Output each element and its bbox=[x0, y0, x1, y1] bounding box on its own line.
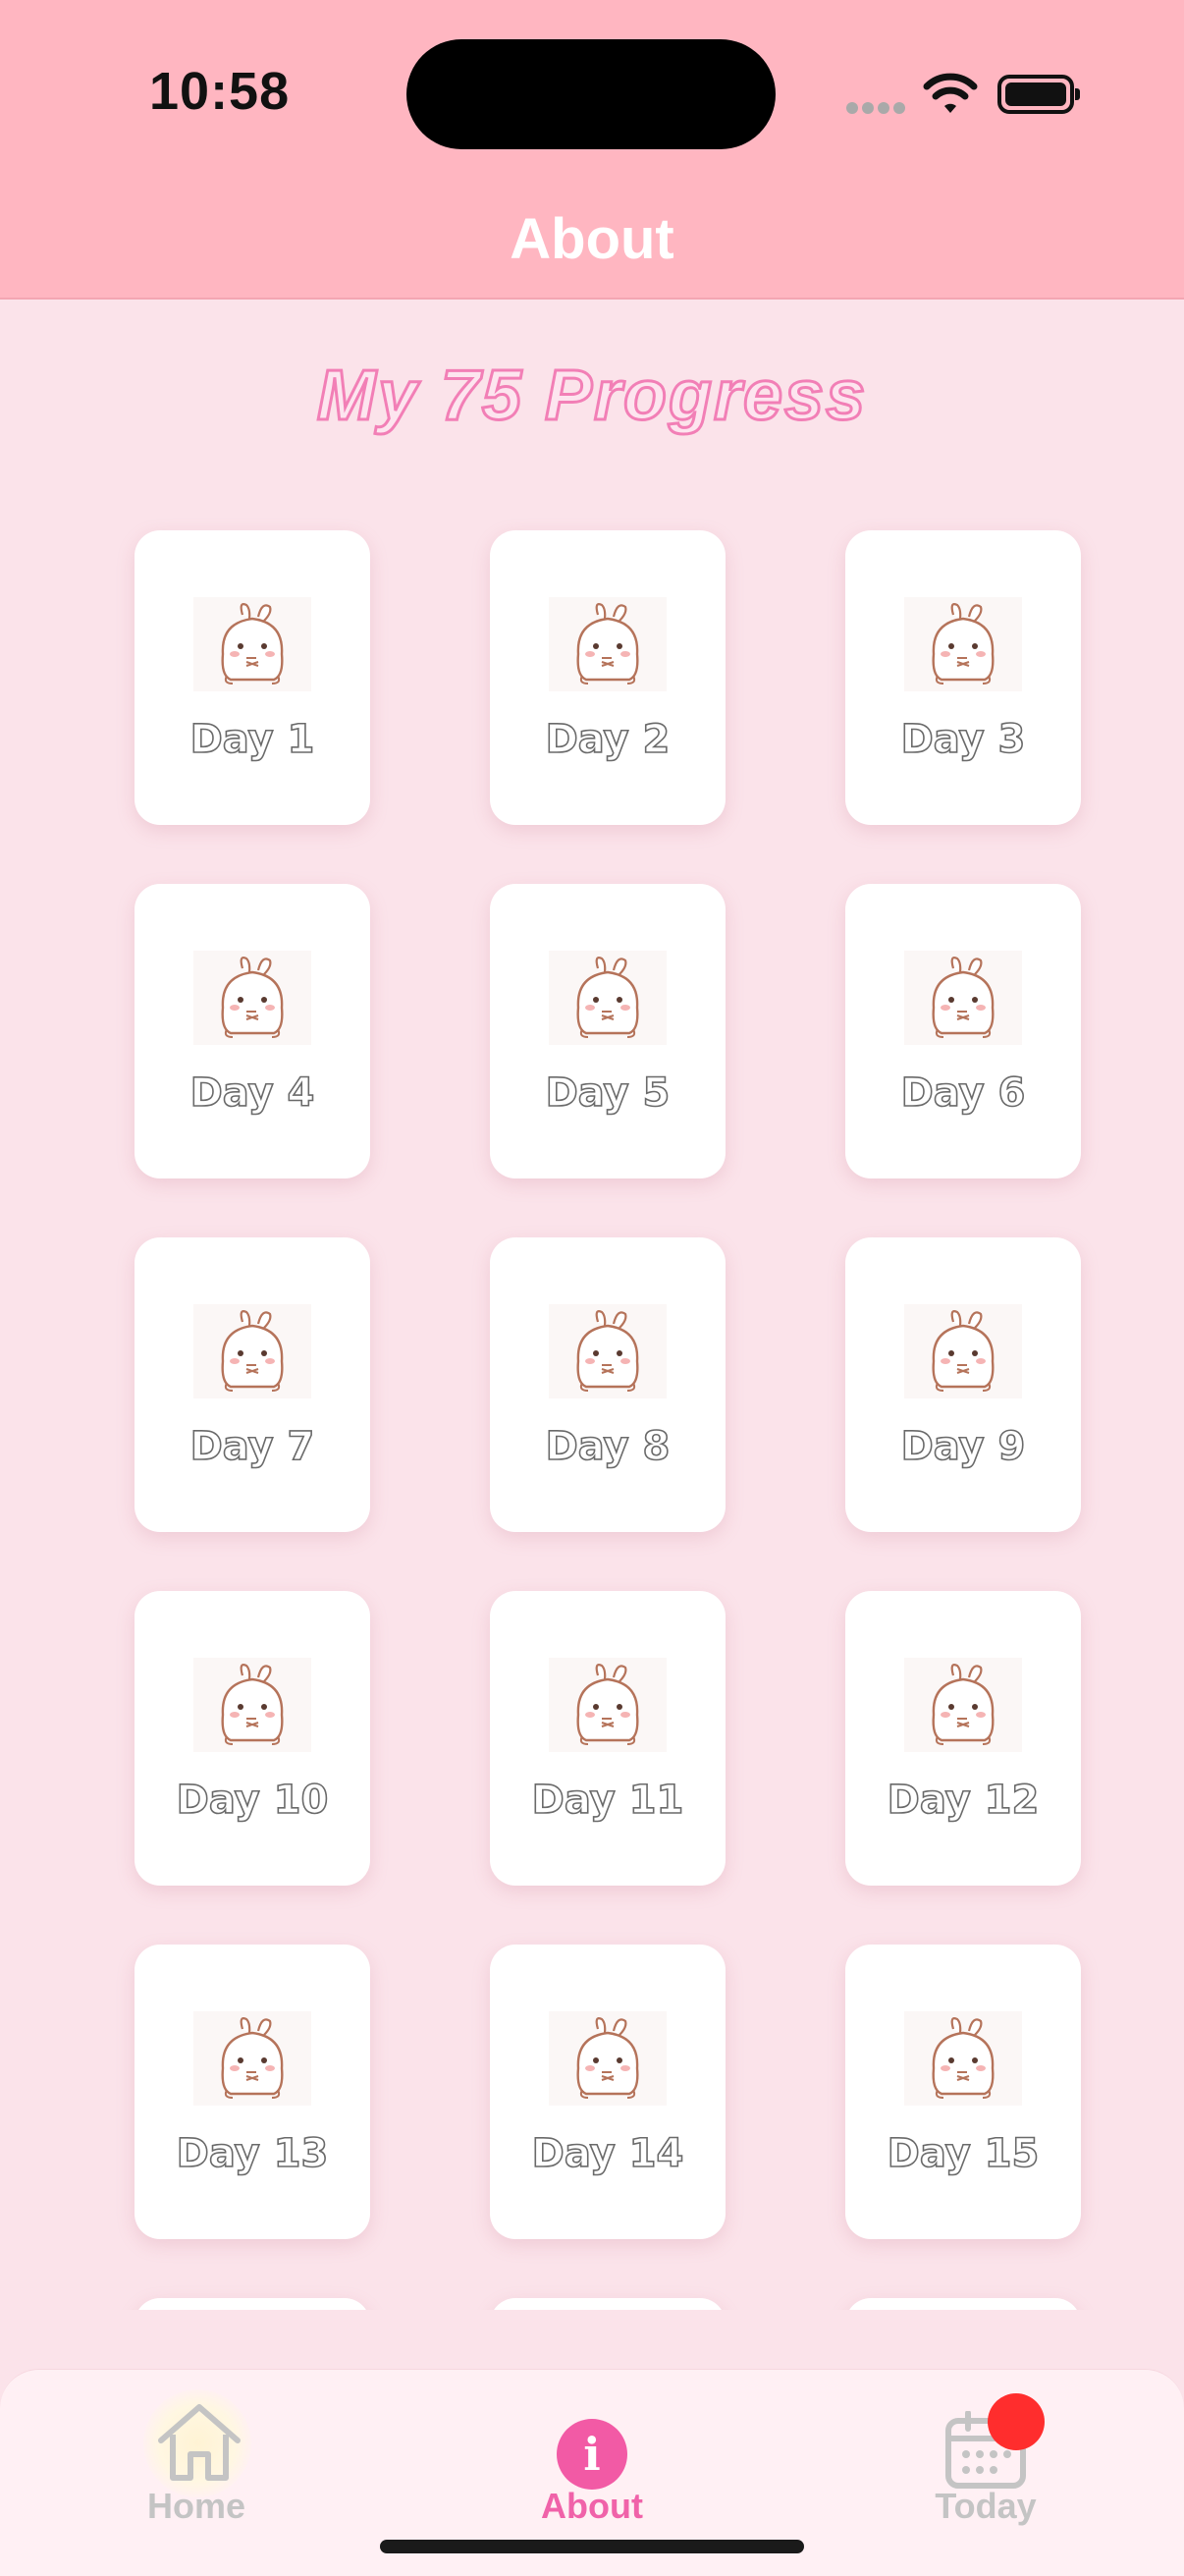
day-grid: Day 1 Day 2 Day 3 Day 4 Day 5 Day 6 Day 7 Day 8… bbox=[0, 491, 1184, 2310]
day-card[interactable] bbox=[490, 2298, 726, 2310]
bunny-icon bbox=[932, 1664, 995, 1745]
bunny-image bbox=[549, 1658, 667, 1752]
day-card[interactable] bbox=[845, 2298, 1081, 2310]
tab-today-label: Today bbox=[935, 2486, 1037, 2526]
day-label: Day 14 bbox=[531, 2130, 684, 2177]
bunny-image bbox=[549, 1304, 667, 1398]
bunny-image bbox=[193, 1304, 311, 1398]
tab-home[interactable]: Home bbox=[79, 2370, 314, 2566]
bunny-image bbox=[904, 1304, 1022, 1398]
home-indicator bbox=[380, 2540, 804, 2553]
day-card[interactable]: Day 6 bbox=[845, 884, 1081, 1178]
bunny-icon bbox=[932, 1310, 995, 1392]
day-card[interactable]: Day 5 bbox=[490, 884, 726, 1178]
notification-badge bbox=[988, 2393, 1045, 2450]
bunny-image bbox=[193, 597, 311, 691]
bunny-image bbox=[193, 951, 311, 1045]
day-card[interactable]: Day 13 bbox=[135, 1945, 370, 2239]
tab-about[interactable]: i About bbox=[474, 2370, 710, 2566]
day-label: Day 7 bbox=[189, 1423, 315, 1470]
bunny-icon bbox=[932, 603, 995, 685]
day-card[interactable]: Day 8 bbox=[490, 1237, 726, 1532]
bunny-icon bbox=[221, 1664, 284, 1745]
home-icon bbox=[158, 2404, 241, 2481]
day-card[interactable]: Day 14 bbox=[490, 1945, 726, 2239]
bunny-icon bbox=[576, 957, 639, 1038]
info-icon: i bbox=[557, 2419, 627, 2490]
bunny-image bbox=[193, 2011, 311, 2106]
nav-title: About bbox=[510, 207, 674, 271]
day-card[interactable]: Day 11 bbox=[490, 1591, 726, 1886]
day-card[interactable]: Day 10 bbox=[135, 1591, 370, 1886]
bunny-icon bbox=[221, 957, 284, 1038]
wifi-icon bbox=[923, 73, 978, 113]
dynamic-island bbox=[406, 39, 776, 149]
day-label: Day 2 bbox=[545, 716, 671, 763]
day-card[interactable] bbox=[135, 2298, 370, 2310]
day-card[interactable]: Day 1 bbox=[135, 530, 370, 825]
battery-icon bbox=[997, 75, 1080, 114]
page-title: My 75 Progress bbox=[315, 356, 868, 437]
day-label: Day 1 bbox=[189, 716, 315, 763]
bunny-icon bbox=[576, 1310, 639, 1392]
bunny-image bbox=[549, 597, 667, 691]
bunny-icon bbox=[221, 1310, 284, 1392]
bunny-image bbox=[549, 2011, 667, 2106]
day-card[interactable]: Day 12 bbox=[845, 1591, 1081, 1886]
day-label: Day 11 bbox=[531, 1777, 684, 1824]
day-card[interactable]: Day 15 bbox=[845, 1945, 1081, 2239]
bunny-icon bbox=[576, 1664, 639, 1745]
bunny-image bbox=[904, 597, 1022, 691]
day-label: Day 8 bbox=[545, 1423, 671, 1470]
day-label: Day 13 bbox=[176, 2130, 329, 2177]
day-label: Day 10 bbox=[176, 1777, 329, 1824]
day-card[interactable]: Day 9 bbox=[845, 1237, 1081, 1532]
day-card[interactable]: Day 7 bbox=[135, 1237, 370, 1532]
day-label: Day 12 bbox=[887, 1777, 1040, 1824]
day-label: Day 4 bbox=[189, 1069, 315, 1117]
top-bar: 10:58 About bbox=[0, 0, 1184, 300]
day-card[interactable]: Day 3 bbox=[845, 530, 1081, 825]
bunny-image bbox=[904, 2011, 1022, 2106]
day-label: Day 5 bbox=[545, 1069, 671, 1117]
bunny-icon bbox=[221, 2017, 284, 2099]
bunny-image bbox=[549, 951, 667, 1045]
bunny-icon bbox=[932, 957, 995, 1038]
day-card[interactable]: Day 2 bbox=[490, 530, 726, 825]
bunny-image bbox=[904, 1658, 1022, 1752]
day-label: Day 6 bbox=[900, 1069, 1026, 1117]
tab-today[interactable]: Today bbox=[868, 2370, 1103, 2566]
tab-about-label: About bbox=[541, 2486, 643, 2526]
tab-home-label: Home bbox=[146, 2486, 246, 2526]
bunny-icon bbox=[576, 2017, 639, 2099]
bunny-icon bbox=[576, 603, 639, 685]
bunny-icon bbox=[932, 2017, 995, 2099]
bunny-icon bbox=[221, 603, 284, 685]
day-label: Day 3 bbox=[900, 716, 1026, 763]
bunny-image bbox=[904, 951, 1022, 1045]
bunny-image bbox=[193, 1658, 311, 1752]
status-time: 10:58 bbox=[149, 62, 291, 121]
day-label: Day 15 bbox=[887, 2130, 1040, 2177]
day-label: Day 9 bbox=[900, 1423, 1026, 1470]
day-card[interactable]: Day 4 bbox=[135, 884, 370, 1178]
cellular-signal-icon bbox=[846, 102, 905, 116]
